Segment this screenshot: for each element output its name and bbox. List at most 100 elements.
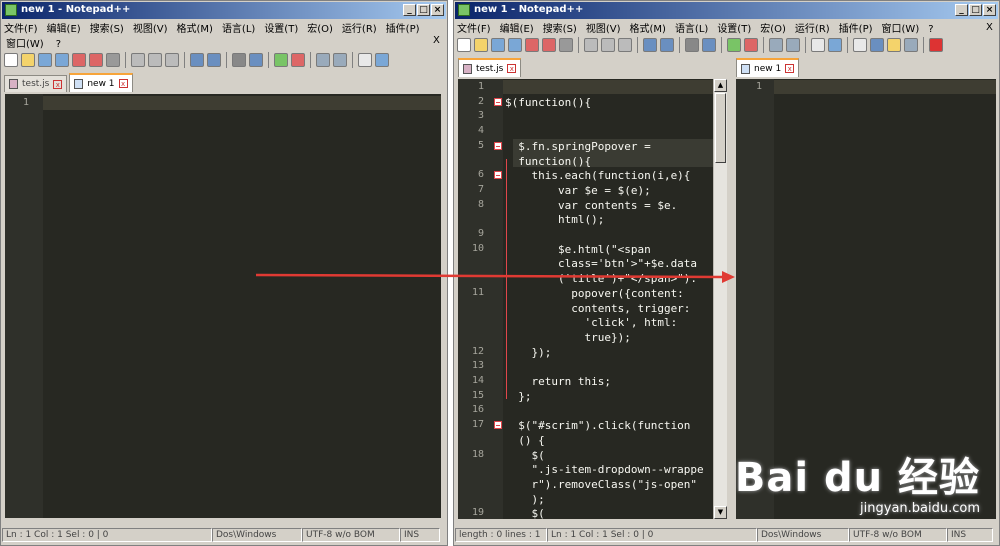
tab-new-1[interactable]: new 1 x: [736, 58, 800, 77]
toolbar-button-icon[interactable]: [89, 53, 103, 67]
minimize-button[interactable]: _: [955, 4, 968, 16]
menu-item[interactable]: 编辑(E): [500, 24, 534, 35]
document-close-icon[interactable]: X: [986, 22, 993, 33]
menu-item[interactable]: 格式(M): [177, 24, 213, 35]
minimize-button[interactable]: _: [403, 4, 416, 16]
menu-item[interactable]: 搜索(S): [90, 24, 124, 35]
toolbar-button-icon[interactable]: [618, 38, 632, 52]
toolbar-button-icon[interactable]: [542, 38, 556, 52]
toolbar-button-icon[interactable]: [744, 38, 758, 52]
menu-item[interactable]: 编辑(E): [47, 24, 81, 35]
document-close-icon[interactable]: X: [433, 35, 440, 46]
toolbar-button-icon[interactable]: [904, 38, 918, 52]
menu-item[interactable]: 运行(R): [342, 24, 377, 35]
menu-item[interactable]: 宏(O): [307, 24, 333, 35]
toolbar-button-icon[interactable]: [828, 38, 842, 52]
menu-item[interactable]: 文件(F): [4, 24, 38, 35]
toolbar-button-icon[interactable]: [21, 53, 35, 67]
toolbar-button-icon[interactable]: [4, 53, 18, 67]
vertical-scrollbar[interactable]: ▲ ▼: [713, 79, 727, 519]
scroll-thumb[interactable]: [715, 93, 726, 163]
toolbar-button-icon[interactable]: [333, 53, 347, 67]
title-bar[interactable]: new 1 - Notepad++ _ □ ×: [2, 2, 446, 19]
toolbar-button-icon[interactable]: [601, 38, 615, 52]
toolbar-button-icon[interactable]: [274, 53, 288, 67]
toolbar-button-icon[interactable]: [148, 53, 162, 67]
editor-area[interactable]: 1: [5, 94, 441, 518]
toolbar-button-icon[interactable]: [106, 53, 120, 67]
scroll-up-arrow[interactable]: ▲: [714, 79, 727, 92]
toolbar-button-icon[interactable]: [685, 38, 699, 52]
toolbar-button-icon[interactable]: [870, 38, 884, 52]
toolbar-button-icon[interactable]: [474, 38, 488, 52]
menu-item[interactable]: 语言(L): [675, 24, 708, 35]
tab-close-icon[interactable]: x: [118, 79, 128, 88]
menu-item[interactable]: 视图(V): [586, 24, 621, 35]
line-number: 14: [471, 375, 484, 386]
toolbar-button-icon[interactable]: [853, 38, 867, 52]
toolbar-button-icon[interactable]: [55, 53, 69, 67]
tab-new-1[interactable]: new 1 x: [69, 73, 133, 92]
toolbar-button-icon[interactable]: [525, 38, 539, 52]
menu-item[interactable]: ?: [928, 24, 933, 35]
menu-item[interactable]: 插件(P): [386, 24, 420, 35]
toolbar-button-icon[interactable]: [190, 53, 204, 67]
toolbar-button-icon[interactable]: [727, 38, 741, 52]
scroll-down-arrow[interactable]: ▼: [714, 506, 727, 519]
fold-marker-icon[interactable]: [494, 141, 502, 150]
toolbar-button-icon[interactable]: [559, 38, 573, 52]
toolbar-button-icon[interactable]: [72, 53, 86, 67]
line-number: 7: [477, 183, 484, 195]
fold-marker-icon[interactable]: [494, 171, 502, 180]
toolbar-button-icon[interactable]: [887, 38, 901, 52]
menu-item[interactable]: 设置(T): [717, 24, 751, 35]
toolbar-button-icon[interactable]: [702, 38, 716, 52]
toolbar-button-icon[interactable]: [358, 53, 372, 67]
toolbar-button-icon[interactable]: [375, 53, 389, 67]
toolbar-button-icon[interactable]: [249, 53, 263, 67]
tab-close-icon[interactable]: x: [53, 79, 63, 89]
close-button[interactable]: ×: [983, 4, 996, 16]
menu-item[interactable]: ?: [56, 39, 61, 50]
menu-item[interactable]: 视图(V): [133, 24, 168, 35]
fold-marker-icon[interactable]: [494, 421, 502, 430]
title-bar[interactable]: new 1 - Notepad++ _ □ ×: [455, 2, 998, 19]
toolbar-button-icon[interactable]: [207, 53, 221, 67]
toolbar-button-icon[interactable]: [232, 53, 246, 67]
tab-close-icon[interactable]: x: [507, 64, 517, 73]
toolbar-button-icon[interactable]: [786, 38, 800, 52]
toolbar-button-icon[interactable]: [929, 38, 943, 52]
toolbar-button-icon[interactable]: [508, 38, 522, 52]
menu-item[interactable]: 窗口(W): [6, 39, 44, 50]
toolbar-button-icon[interactable]: [584, 38, 598, 52]
toolbar-separator: [805, 37, 806, 53]
menu-item[interactable]: 窗口(W): [882, 24, 920, 35]
menu-item[interactable]: 文件(F): [457, 24, 491, 35]
close-button[interactable]: ×: [431, 4, 444, 16]
fold-marker-icon[interactable]: [494, 97, 502, 106]
toolbar-button-icon[interactable]: [165, 53, 179, 67]
toolbar-button-icon[interactable]: [643, 38, 657, 52]
menu-item[interactable]: 宏(O): [760, 24, 786, 35]
toolbar-button-icon[interactable]: [316, 53, 330, 67]
menu-item[interactable]: 运行(R): [795, 24, 830, 35]
code-editor[interactable]: 1 2 $(function(){3 4 5 $.fn.springPopover = …: [458, 79, 713, 519]
tab-test-js[interactable]: test.js x: [458, 58, 522, 77]
maximize-button[interactable]: □: [969, 4, 982, 16]
toolbar-button-icon[interactable]: [38, 53, 52, 67]
toolbar-button-icon[interactable]: [291, 53, 305, 67]
tab-test-js[interactable]: test.js x: [4, 75, 68, 92]
toolbar-button-icon[interactable]: [457, 38, 471, 52]
toolbar-button-icon[interactable]: [491, 38, 505, 52]
menu-item[interactable]: 插件(P): [839, 24, 873, 35]
menu-item[interactable]: 搜索(S): [543, 24, 577, 35]
menu-item[interactable]: 设置(T): [264, 24, 298, 35]
toolbar-button-icon[interactable]: [660, 38, 674, 52]
toolbar-button-icon[interactable]: [131, 53, 145, 67]
toolbar-button-icon[interactable]: [811, 38, 825, 52]
menu-item[interactable]: 格式(M): [630, 24, 666, 35]
menu-item[interactable]: 语言(L): [222, 24, 255, 35]
maximize-button[interactable]: □: [417, 4, 430, 16]
toolbar-button-icon[interactable]: [769, 38, 783, 52]
tab-close-icon[interactable]: x: [785, 64, 795, 73]
